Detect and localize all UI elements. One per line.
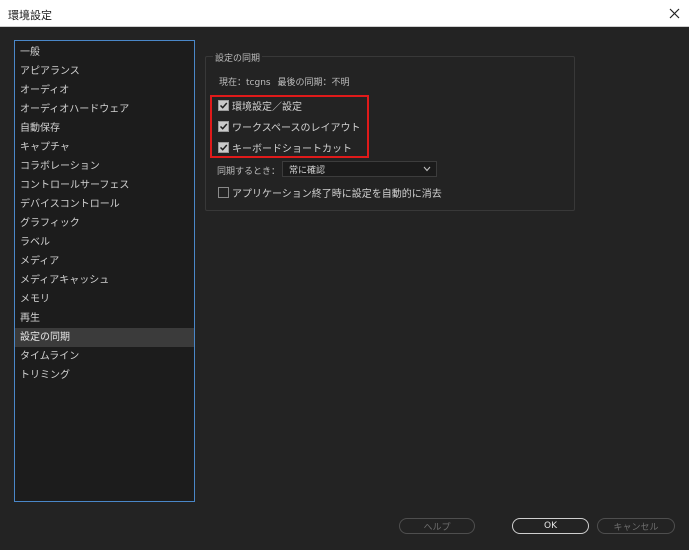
ok-button[interactable]: OK [512, 518, 589, 534]
sidebar-item-labels[interactable]: ラベル [15, 233, 194, 252]
checkbox-checked-icon [218, 141, 229, 153]
checkbox-preferences[interactable]: 環境設定／設定 [218, 98, 302, 113]
sidebar-item-audio-hardware[interactable]: オーディオハードウェア [15, 100, 194, 119]
sidebar-item-capture[interactable]: キャプチャ [15, 138, 194, 157]
sidebar-item-appearance[interactable]: アピアランス [15, 62, 194, 81]
chevron-down-icon [423, 166, 431, 172]
sidebar-item-device-control[interactable]: デバイスコントロール [15, 195, 194, 214]
sync-when-value: 常に確認 [289, 165, 326, 176]
sidebar-item-sync-settings[interactable]: 設定の同期 [15, 328, 194, 347]
checkbox-clear-on-quit[interactable]: アプリケーション終了時に設定を自動的に消去 [218, 185, 442, 200]
sync-when-dropdown[interactable]: 常に確認 [282, 161, 437, 177]
current-user: 現在：tcgns [219, 78, 271, 88]
sidebar-item-general[interactable]: 一般 [15, 43, 194, 62]
sync-when-label: 同期するとき： [217, 167, 281, 177]
close-icon [669, 8, 679, 19]
sidebar-item-audio[interactable]: オーディオ [15, 81, 194, 100]
checkbox-checked-icon [218, 120, 229, 132]
window-title: 環境設定 [8, 9, 52, 22]
checkbox-label: ワークスペースのレイアウト [232, 122, 361, 134]
sidebar-item-timeline[interactable]: タイムライン [15, 347, 194, 366]
sidebar-item-media-cache[interactable]: メディアキャッシュ [15, 271, 194, 290]
checkbox-keyboard-shortcuts[interactable]: キーボードショートカット [218, 140, 352, 155]
checkbox-label: アプリケーション終了時に設定を自動的に消去 [232, 188, 442, 200]
close-button[interactable] [659, 0, 689, 27]
last-sync: 最後の同期：不明 [277, 78, 350, 88]
checkbox-checked-icon [218, 99, 229, 111]
checkbox-label: 環境設定／設定 [232, 101, 302, 113]
cancel-button[interactable]: キャンセル [597, 518, 675, 534]
checkbox-unchecked-icon [218, 186, 229, 198]
group-title: 設定の同期 [213, 51, 263, 64]
sync-status: 現在：tcgns 最後の同期：不明 [219, 75, 353, 88]
help-button[interactable]: ヘルプ [399, 518, 475, 534]
sidebar-item-graphics[interactable]: グラフィック [15, 214, 194, 233]
sidebar: 一般 アピアランス オーディオ オーディオハードウェア 自動保存 キャプチャ コ… [14, 40, 195, 502]
sidebar-item-memory[interactable]: メモリ [15, 290, 194, 309]
sidebar-item-collaboration[interactable]: コラボレーション [15, 157, 194, 176]
sidebar-item-auto-save[interactable]: 自動保存 [15, 119, 194, 138]
sidebar-item-playback[interactable]: 再生 [15, 309, 194, 328]
checkbox-workspace-layouts[interactable]: ワークスペースのレイアウト [218, 119, 361, 134]
sidebar-item-media[interactable]: メディア [15, 252, 194, 271]
sidebar-item-trim[interactable]: トリミング [15, 366, 194, 385]
title-bar: 環境設定 [0, 0, 689, 27]
sidebar-item-control-surface[interactable]: コントロールサーフェス [15, 176, 194, 195]
checkbox-label: キーボードショートカット [232, 143, 352, 155]
